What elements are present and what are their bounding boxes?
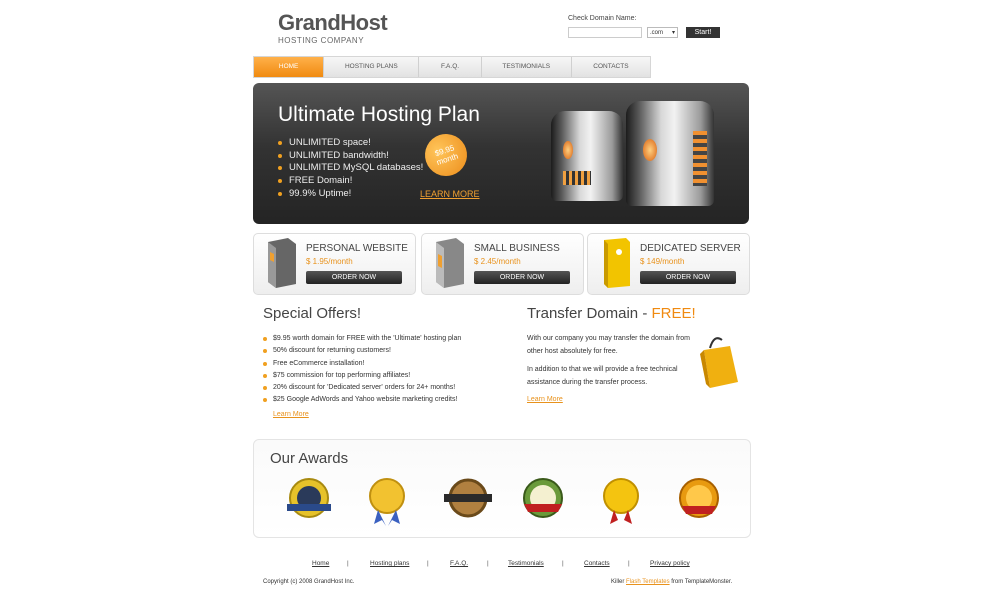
transfer-learn-more-link[interactable]: Learn More (527, 396, 563, 403)
order-now-button[interactable]: ORDER NOW (474, 271, 570, 284)
special-offers-title: Special Offers! (263, 305, 362, 322)
credit-post: from TemplateMonster. (669, 579, 733, 585)
hero-feature: UNLIMITED bandwidth! (278, 150, 423, 163)
main-nav: HOME HOSTING PLANS F.A.Q. TESTIMONIALS C… (253, 56, 651, 78)
offer-item: 20% discount for 'Dedicated server' orde… (263, 382, 461, 394)
plan-price: $ 2.45/month (474, 257, 521, 266)
logo-tagline: HOSTING COMPANY (278, 36, 365, 45)
server-tower-icon (262, 236, 300, 288)
footer-link-faq[interactable]: F.A.Q. (450, 560, 468, 567)
credit-text: Killer Flash Templates from TemplateMons… (611, 579, 732, 585)
footer-link-hosting-plans[interactable]: Hosting plans (370, 560, 409, 567)
offer-item: $9.95 worth domain for FREE with the 'Ul… (263, 333, 461, 345)
logo[interactable]: GrandHost HOSTING COMPANY (278, 10, 388, 45)
plan-card-dedicated: DEDICATED SERVER $ 149/month ORDER NOW (587, 233, 750, 295)
footer-link-testimonials[interactable]: Testimonials (508, 560, 544, 567)
hero-feature: UNLIMITED MySQL databases! (278, 162, 423, 175)
plan-card-personal: PERSONAL WEBSITE $ 1.95/month ORDER NOW (253, 233, 416, 295)
footer-separator: | (427, 560, 429, 567)
special-offers-list: $9.95 worth domain for FREE with the 'Ul… (263, 333, 461, 407)
hero-feature: FREE Domain! (278, 175, 423, 188)
hero-title: Ultimate Hosting Plan (278, 103, 480, 126)
chevron-down-icon: ▾ (671, 30, 675, 36)
nav-hosting-plans[interactable]: HOSTING PLANS (324, 57, 420, 77)
nav-home[interactable]: HOME (254, 57, 325, 77)
transfer-domain-title: Transfer Domain - FREE! (527, 305, 696, 322)
price-badge: $9.95 month (419, 128, 473, 182)
credit-link[interactable]: Flash Templates (626, 579, 670, 585)
server-tower-icon (430, 236, 468, 288)
footer-link-privacy[interactable]: Privacy policy (650, 560, 690, 567)
nav-contacts[interactable]: CONTACTS (572, 57, 650, 77)
hero-feature: 99.9% Uptime! (278, 188, 423, 201)
award-badge-blue-icon (284, 476, 334, 526)
offer-item: $25 Google AdWords and Yahoo website mar… (263, 394, 461, 406)
footer-separator: | (487, 560, 489, 567)
transfer-paragraph: In addition to that we will provide a fr… (527, 366, 678, 386)
hero-feature: UNLIMITED space! (278, 137, 423, 150)
domain-name-input[interactable] (568, 27, 642, 38)
transfer-paragraph: With our company you may transfer the do… (527, 335, 691, 355)
plan-card-small-business: SMALL BUSINESS $ 2.45/month ORDER NOW (421, 233, 584, 295)
transfer-title-text: Transfer Domain - (527, 305, 652, 322)
order-now-button[interactable]: ORDER NOW (306, 271, 402, 284)
hero-learn-more-link[interactable]: LEARN MORE (420, 189, 480, 199)
award-badge-bronze-icon (440, 476, 492, 526)
domain-start-button[interactable]: Start! (686, 27, 720, 38)
plan-title: SMALL BUSINESS (474, 243, 560, 254)
footer-separator: | (347, 560, 349, 567)
plan-title: DEDICATED SERVER (640, 243, 741, 254)
credit-pre: Killer (611, 579, 627, 585)
nav-testimonials[interactable]: TESTIMONIALS (482, 57, 572, 77)
award-badge-orange-icon (674, 476, 724, 526)
copyright-text: Copyright (c) 2008 GrandHost Inc. (263, 579, 355, 585)
awards-title: Our Awards (270, 450, 349, 467)
tld-select-value: .com (650, 29, 664, 36)
logo-name: GrandHost (278, 10, 388, 35)
offer-item: Free eCommerce installation! (263, 358, 461, 370)
footer-separator: | (628, 560, 630, 567)
order-now-button[interactable]: ORDER NOW (640, 271, 736, 284)
footer-link-contacts[interactable]: Contacts (584, 560, 610, 567)
transfer-title-free: FREE! (651, 305, 696, 322)
nav-faq[interactable]: F.A.Q. (419, 57, 482, 77)
shopping-bag-icon (700, 334, 740, 393)
plan-title: PERSONAL WEBSITE (306, 243, 408, 254)
award-badge-green-icon (518, 476, 568, 526)
plan-price: $ 1.95/month (306, 257, 353, 266)
footer-separator: | (562, 560, 564, 567)
hero-feature-list: UNLIMITED space! UNLIMITED bandwidth! UN… (278, 137, 423, 201)
tld-select[interactable]: .com ▾ (647, 27, 678, 38)
awards-section: Our Awards (253, 439, 751, 538)
domain-check-label: Check Domain Name: (568, 15, 637, 22)
offer-item: $75 commission for top performing affili… (263, 370, 461, 382)
binder-icon (596, 236, 634, 288)
server-illustration (551, 101, 721, 216)
hero-banner: Ultimate Hosting Plan UNLIMITED space! U… (253, 83, 749, 224)
footer-link-home[interactable]: Home (312, 560, 329, 567)
offer-item: 50% discount for returning customers! (263, 345, 461, 357)
plan-price: $ 149/month (640, 257, 685, 266)
award-badge-gold-icon (596, 476, 646, 526)
special-offers-learn-more-link[interactable]: Learn More (273, 411, 309, 418)
award-badge-ribbon-icon (362, 476, 412, 526)
